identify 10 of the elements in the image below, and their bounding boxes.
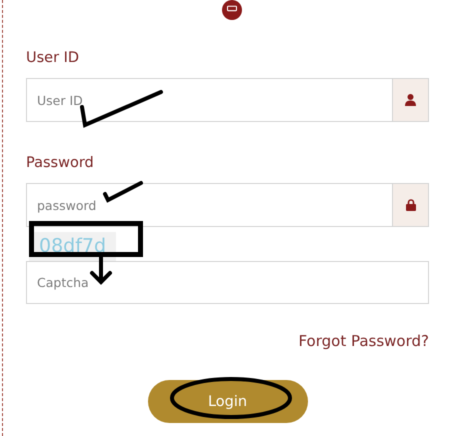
forgot-password-link[interactable]: Forgot Password? xyxy=(298,332,429,350)
lock-icon xyxy=(406,199,416,211)
input-field[interactable]: User ID xyxy=(26,78,393,122)
check-mark-annotation xyxy=(103,180,143,202)
captcha-field[interactable]: Captcha xyxy=(26,261,429,304)
person-icon xyxy=(405,94,416,106)
input-field[interactable]: password xyxy=(26,183,393,227)
field-label: Password xyxy=(26,155,95,171)
down-arrow-annotation xyxy=(89,257,113,285)
field-label: User ID xyxy=(26,50,80,66)
